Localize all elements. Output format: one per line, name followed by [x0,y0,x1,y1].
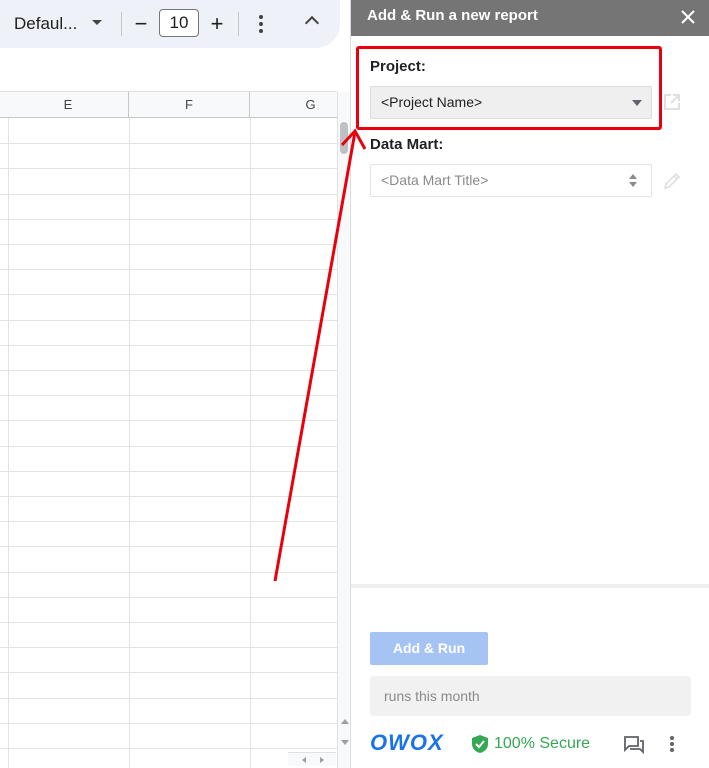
sheets-toolbar: Defaul... − 10 + [0,0,350,50]
more-options-icon[interactable] [259,15,263,33]
data-mart-label: Data Mart: [370,136,444,153]
row-gridline [0,370,337,371]
row-gridline [0,546,337,547]
owox-logo[interactable]: OWOX [370,730,444,756]
font-family-select[interactable]: Defaul... [14,12,77,36]
feedback-icon[interactable] [624,736,644,754]
data-mart-placeholder: <Data Mart Title> [381,172,489,188]
row-gridline [0,219,337,220]
row-gridline [0,320,337,321]
sort-arrows-icon [629,174,637,188]
shield-check-icon [472,735,488,753]
row-gridline [0,244,337,245]
scrollbar-thumb[interactable] [340,122,348,154]
add-run-button[interactable]: Add & Run [370,632,488,665]
pencil-icon[interactable] [662,171,682,191]
row-gridline [0,395,337,396]
row-gridline [0,420,337,421]
row-gridline [0,194,337,195]
column-gridline [250,118,251,768]
row-gridline [0,723,337,724]
spreadsheet-grid[interactable]: E F G [0,92,337,768]
open-external-icon[interactable] [663,93,681,111]
row-gridline [0,294,337,295]
toolbar-divider [238,12,239,36]
runs-this-month: runs this month [370,676,691,716]
row-gridline [0,647,337,648]
more-options-icon[interactable] [670,736,674,752]
row-gridline [0,521,337,522]
row-gridline [0,748,337,749]
highlight-box [356,46,662,130]
secure-badge-text: 100% Secure [494,735,591,752]
column-header-f[interactable]: F [129,92,250,118]
horizontal-scrollbar[interactable] [288,752,336,766]
scroll-down-icon[interactable] [341,740,349,745]
screen: Defaul... − 10 + E F G Add & Run a new r… [0,0,709,768]
font-size-input[interactable]: 10 [159,9,199,37]
decrease-font-size-button[interactable]: − [130,11,152,37]
column-header-row: E F G [0,92,337,118]
scroll-right-icon[interactable] [320,757,324,763]
data-mart-select[interactable]: <Data Mart Title> [370,164,652,197]
row-gridline [0,572,337,573]
scroll-up-icon[interactable] [341,719,349,724]
toolbar-divider [121,12,122,36]
column-header-g[interactable]: G [250,92,337,118]
row-gridline [0,698,337,699]
row-gridline [0,345,337,346]
column-gridline [8,118,9,768]
formula-bar[interactable] [0,58,337,92]
column-header-e[interactable]: E [8,92,129,118]
panel-header: Add & Run a new report [351,0,709,36]
row-gridline [0,471,337,472]
panel-title: Add & Run a new report [367,7,538,24]
row-gridline [0,622,337,623]
row-gridline [0,597,337,598]
row-gridline [0,446,337,447]
row-gridline [0,168,337,169]
scroll-left-icon[interactable] [302,757,306,763]
increase-font-size-button[interactable]: + [206,11,228,37]
panel-footer: Add & Run runs this month OWOX 100% Secu… [351,584,709,768]
row-gridline [0,269,337,270]
row-gridline [0,672,337,673]
chevron-down-icon[interactable] [92,20,102,25]
vertical-scrollbar[interactable] [337,92,350,768]
column-gridline [129,118,130,768]
row-gridline [0,496,337,497]
row-gridline [0,143,337,144]
close-icon[interactable] [679,8,697,26]
